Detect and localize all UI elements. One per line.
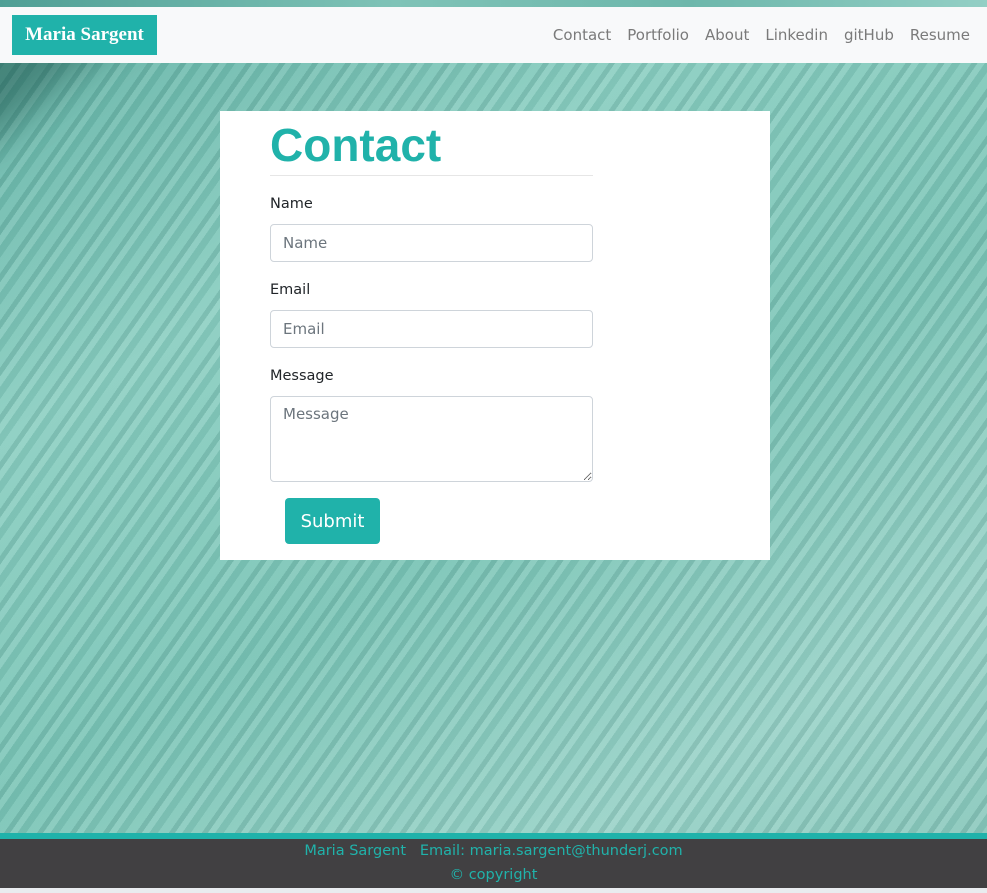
nav-link-contact[interactable]: Contact xyxy=(545,26,619,44)
contact-card: Contact Name Email Message Submit xyxy=(220,111,770,560)
submit-button[interactable]: Submit xyxy=(285,498,380,544)
background-top-strip xyxy=(0,0,987,7)
name-input[interactable] xyxy=(270,224,593,262)
brand-logo[interactable]: Maria Sargent xyxy=(12,15,157,55)
footer-name: Maria Sargent xyxy=(304,843,407,859)
nav-links: Contact Portfolio About Linkedin gitHub … xyxy=(545,7,978,63)
page-title: Contact xyxy=(270,119,442,171)
nav-link-resume[interactable]: Resume xyxy=(902,26,978,44)
nav-link-github[interactable]: gitHub xyxy=(836,26,902,44)
footer-contact-line: Maria Sargent Email: maria.sargent@thund… xyxy=(0,843,987,859)
nav-link-linkedin[interactable]: Linkedin xyxy=(757,26,836,44)
footer-email[interactable]: Email: maria.sargent@thunderj.com xyxy=(420,843,683,859)
email-label: Email xyxy=(270,282,311,298)
email-input[interactable] xyxy=(270,310,593,348)
name-label: Name xyxy=(270,196,313,212)
title-divider xyxy=(270,175,593,176)
footer: Maria Sargent Email: maria.sargent@thund… xyxy=(0,839,987,888)
nav-link-about[interactable]: About xyxy=(697,26,757,44)
nav-link-portfolio[interactable]: Portfolio xyxy=(619,26,697,44)
message-textarea[interactable] xyxy=(270,396,593,482)
bottom-strip xyxy=(0,888,987,893)
message-label: Message xyxy=(270,368,334,384)
footer-copyright: © copyright xyxy=(449,867,538,883)
navbar: Maria Sargent Contact Portfolio About Li… xyxy=(0,7,987,63)
